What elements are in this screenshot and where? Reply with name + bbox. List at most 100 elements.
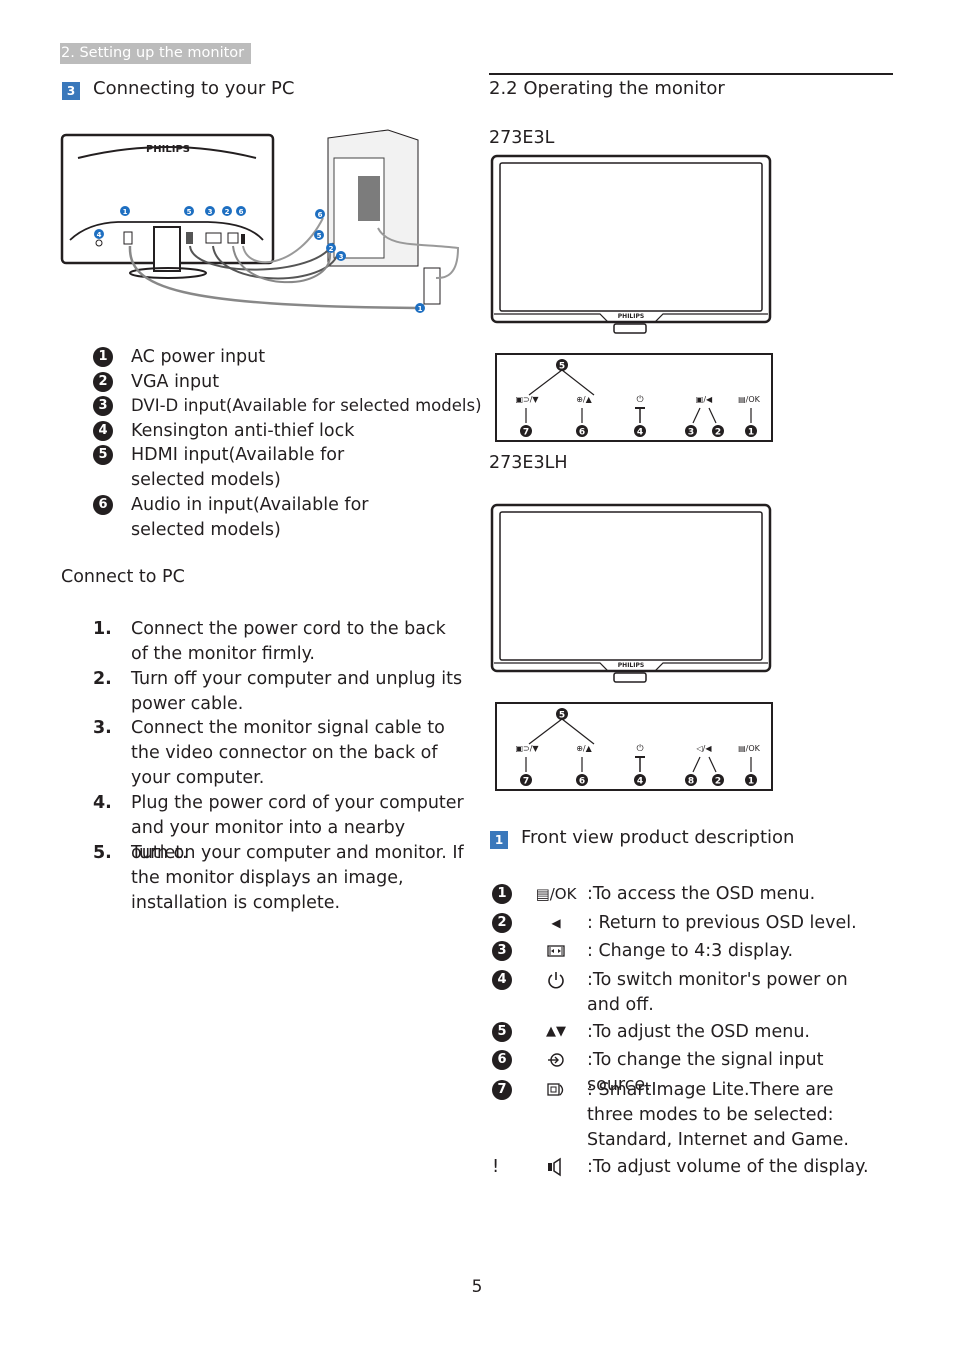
section-badge: 3: [62, 82, 80, 100]
menu-ok-icon: ▤/OK: [535, 885, 577, 903]
callout-1-outlet: 1: [415, 303, 425, 313]
svg-text:6: 6: [579, 777, 585, 787]
monitor-front-273E3L: PHILIPS: [490, 154, 772, 334]
section-heading: Connecting to your PC: [93, 78, 295, 99]
item-description: : Return to previous OSD level.: [587, 913, 857, 933]
monitor-front-273E3LH: PHILIPS: [490, 503, 772, 683]
monitor-screen: [499, 511, 763, 661]
callout-2: 2: [712, 425, 724, 438]
item-description: : Change to 4:3 display.: [587, 941, 794, 961]
callout-5: 5: [556, 359, 568, 372]
step-text: Turn on your computer and monitor. If th…: [131, 843, 464, 913]
input-source-icon: [528, 1048, 584, 1073]
callout-5-monitor: 5: [184, 206, 194, 216]
button-panel-diagram: 5 ▣⊃/▼ ⊕/▲ ⏻ ▣/◀ ▤/OK 7 6 4 3 2 1: [515, 359, 761, 438]
svg-text:3: 3: [339, 253, 344, 261]
up-down-arrows-icon: ▲▼: [546, 1024, 566, 1039]
button-panel-273E3LH: 5 ▣⊃/▼ ⊕/▲ ⏻ ◁/◀ ▤/OK 7 6 4 8 2 1: [495, 702, 773, 791]
svg-text:5: 5: [559, 711, 565, 721]
item-number: 3: [492, 941, 512, 961]
audio-port: [241, 234, 245, 244]
pc-vent: [358, 176, 380, 221]
callout-6-monitor: 6: [236, 206, 246, 216]
callout-6-pc: 6: [315, 209, 325, 219]
callout-1-monitor: 1: [120, 206, 130, 216]
callout-4: 4: [634, 425, 646, 438]
step-text: Connect the power cord to the back of th…: [131, 619, 446, 664]
menu-ok-button: ▤/OK: [738, 395, 761, 404]
legend-text: HDMI input(Available for selected models…: [131, 445, 345, 490]
svg-text:2: 2: [715, 777, 721, 787]
monitor-stand: [613, 672, 647, 683]
item-number: 5: [492, 1022, 512, 1042]
callout-6: 6: [576, 425, 588, 438]
legend-number: 5: [93, 445, 113, 465]
step-number: 4.: [93, 793, 112, 813]
wall-outlet: [423, 267, 441, 305]
stand-neck: [153, 226, 181, 272]
model-name: 273E3LH: [489, 453, 568, 473]
smartimage-down-button: ▣⊃/▼: [515, 744, 539, 753]
aspect-left-button: ▣/◀: [696, 395, 713, 404]
step-number: 5.: [93, 843, 112, 863]
operating-heading: 2.2 Operating the monitor: [489, 78, 725, 99]
step-number: 1.: [93, 619, 112, 639]
smartimage-down-button: ▣⊃/▼: [515, 395, 539, 404]
step-text: Connect the monitor signal cable to the …: [131, 718, 445, 788]
legend-number: 2: [93, 372, 113, 392]
svg-text:1: 1: [418, 305, 423, 313]
callout-8: 8: [685, 774, 697, 787]
connection-diagram: PHILIPS 1 5 3 2 6 4 6 5 2 3 1: [60, 129, 460, 313]
item-description: :To adjust volume of the display.: [587, 1157, 869, 1177]
front-view-badge: 1: [490, 831, 508, 849]
callout-7: 7: [520, 774, 532, 787]
item-description: : SmartImage Lite.There are three modes …: [587, 1080, 849, 1150]
input-up-button: ⊕/▲: [576, 744, 592, 753]
callout-3: 3: [685, 425, 697, 438]
monitor-brand: PHILIPS: [146, 144, 190, 155]
item-description: :To adjust the OSD menu.: [587, 1022, 810, 1042]
svg-text:2: 2: [225, 208, 230, 216]
callout-3-monitor: 3: [205, 206, 215, 216]
connect-title: Connect to PC: [61, 567, 185, 587]
front-view-heading: Front view product description: [521, 827, 795, 848]
legend-number: 3: [93, 396, 113, 416]
legend-text: Kensington anti-thief lock: [131, 421, 355, 441]
svg-text:1: 1: [748, 777, 754, 787]
item-number: 2: [492, 913, 512, 933]
input-up-button: ⊕/▲: [576, 395, 592, 404]
svg-text:6: 6: [239, 208, 244, 216]
item-number: 4: [492, 970, 512, 990]
model-name: 273E3L: [489, 128, 555, 148]
svg-text:1: 1: [748, 428, 754, 438]
callout-5-pc: 5: [314, 230, 324, 240]
svg-text:4: 4: [637, 777, 643, 787]
svg-text:6: 6: [318, 211, 323, 219]
monitor-brand: PHILIPS: [618, 313, 644, 320]
svg-text:8: 8: [688, 777, 694, 787]
step-text: Turn off your computer and unplug its po…: [131, 669, 463, 714]
svg-text:6: 6: [579, 428, 585, 438]
callout-4-monitor: 4: [94, 229, 104, 239]
page-number: 5: [471, 1277, 483, 1297]
item-number: 6: [492, 1050, 512, 1070]
svg-text:4: 4: [637, 428, 643, 438]
item-number: 7: [492, 1080, 512, 1100]
svg-text:7: 7: [523, 777, 529, 787]
step-number: 2.: [93, 669, 112, 689]
aspect-ratio-icon: [528, 939, 584, 964]
legend-text: DVI-D input(Available for selected model…: [131, 396, 482, 415]
callout-2-pc: 2: [326, 243, 336, 253]
legend-number: 4: [93, 421, 113, 441]
item-description: :To access the OSD menu.: [587, 884, 816, 904]
svg-text:4: 4: [97, 231, 102, 239]
svg-text:5: 5: [559, 362, 565, 372]
callout-3-pc: 3: [336, 251, 346, 261]
smartimage-icon: [528, 1078, 584, 1103]
svg-text:7: 7: [523, 428, 529, 438]
monitor-stand: [613, 323, 647, 334]
callout-1: 1: [745, 774, 757, 787]
monitor-brand: PHILIPS: [618, 662, 644, 669]
legend-text: AC power input: [131, 347, 266, 367]
item-description: :To switch monitor's power on and off.: [587, 970, 848, 1015]
